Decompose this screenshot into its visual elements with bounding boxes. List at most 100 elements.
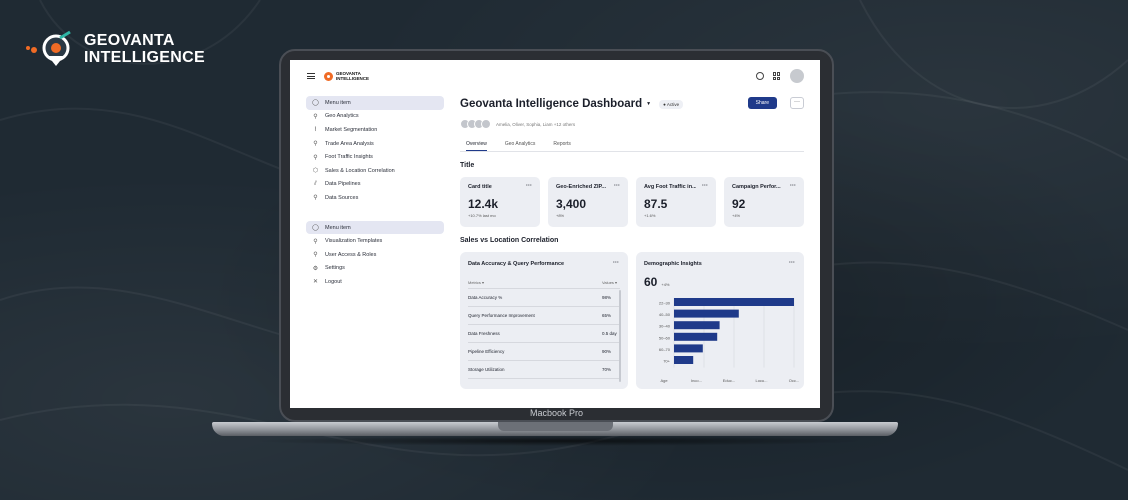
sidebar-item-label: Settings — [325, 265, 345, 272]
kpi-card[interactable]: Geo-Enriched ZIP... ··· 3,400 +8% — [548, 177, 628, 227]
sidebar-item[interactable]: ⬡ Sales & Location Correlation — [306, 164, 444, 178]
demographic-bar-chart: 22–30 40–50 30–40 50–60 60–70 70+ Age Inco... Ed… — [659, 298, 799, 383]
hamburger-menu-icon[interactable] — [307, 73, 315, 79]
sidebar-item[interactable]: ⚲ Foot Traffic Insights — [306, 150, 444, 164]
card-value: 92 — [732, 197, 746, 211]
sidebar-item[interactable]: ⫽ Data Pipelines — [306, 178, 444, 192]
chart-bar[interactable] — [674, 298, 794, 306]
column-header-values[interactable]: Values ▾ — [602, 280, 620, 288]
app-logo[interactable]: GEOVANTA INTELLIGENCE — [324, 71, 369, 81]
status-label: Active — [666, 101, 680, 107]
table-cell-value: 98% — [602, 295, 612, 300]
kpi-card[interactable]: Avg Foot Traffic in... ··· 87.5 +1.6% — [636, 177, 716, 227]
card-delta: +4% — [732, 213, 741, 218]
more-icon[interactable]: ··· — [526, 183, 532, 189]
sidebar-item[interactable]: ⚲ Geo Analytics — [306, 110, 444, 124]
card-value: 3,400 — [556, 197, 587, 211]
sidebar-item-label: Menu item — [325, 99, 351, 106]
table-cell-metric: Pipeline Efficiency — [468, 349, 505, 354]
wrench-icon: ⚲ — [313, 238, 318, 245]
data-accuracy-panel: Data Accuracy & Query Performance ··· Me… — [460, 252, 628, 389]
chart-category-label: 40–50 — [659, 312, 671, 317]
table-cell-value: 65% — [602, 313, 612, 318]
chart-bar[interactable] — [674, 344, 703, 353]
table-row[interactable]: Storage Utilization 70% — [468, 361, 620, 379]
card-delta: +10.7% last mo — [468, 213, 496, 218]
table-cell-metric: Data Accuracy % — [468, 295, 503, 300]
sidebar-item[interactable]: ⚲ Trade Area Analysis — [306, 137, 444, 151]
laptop-screen: GEOVANTA INTELLIGENCE ◯ Menu item ⚲ Geo Ana… — [290, 60, 820, 408]
page-title: Geovanta Intelligence Dashboard — [460, 98, 643, 110]
app-topbar: GEOVANTA INTELLIGENCE — [290, 60, 820, 90]
sidebar-item[interactable]: ◯ Menu item — [306, 220, 444, 235]
share-button[interactable]: Share — [747, 97, 777, 109]
sidebar-item[interactable]: ◯ Menu item — [306, 96, 444, 110]
paperclip-icon: ⌇ — [314, 127, 317, 134]
circle-icon: ◯ — [312, 100, 319, 107]
collaborators-text: Amelia, Oliver, Sophia, Liam +12 others — [496, 121, 576, 127]
chart-bar[interactable] — [674, 356, 694, 364]
table-row[interactable]: Query Performance Improvement 65% — [468, 307, 620, 325]
more-icon[interactable]: ··· — [702, 183, 708, 189]
kpi-card[interactable]: Card title ··· 12.4k +10.7% last mo — [460, 177, 540, 227]
search-icon[interactable] — [756, 72, 764, 80]
apps-grid-icon[interactable] — [773, 72, 781, 80]
geovanta-logo-icon — [26, 30, 71, 66]
card-title: Geo-Enriched ZIP... — [556, 184, 607, 190]
column-header-metrics[interactable]: Metrics ▾ — [468, 280, 484, 288]
tab-bar: Overview Geo Analytics Reports — [460, 138, 804, 152]
wrench-icon: ⚲ — [313, 113, 318, 120]
more-icon[interactable]: ··· — [614, 183, 620, 189]
laptop-label: Macbook Pro — [529, 408, 584, 418]
sidebar-item[interactable]: ⚲ Visualization Templates — [306, 234, 444, 248]
tab-geo-analytics[interactable]: Geo Analytics — [505, 138, 536, 151]
app-logo-line2: INTELLIGENCE — [336, 76, 370, 81]
kpi-card[interactable]: Campaign Perfor... ··· 92 +4% — [724, 177, 804, 227]
more-icon[interactable]: ··· — [790, 183, 796, 189]
scrollbar[interactable] — [619, 290, 621, 382]
app-logo-icon — [324, 71, 333, 81]
demographic-value: 60 — [644, 275, 658, 289]
more-icon[interactable]: ··· — [613, 260, 619, 266]
table-header: Metrics ▾ Values ▾ — [468, 280, 620, 289]
card-delta: +8% — [556, 213, 565, 218]
sidebar-item-label: Geo Analytics — [325, 113, 359, 120]
more-icon[interactable]: ··· — [789, 260, 795, 266]
chart-category-label: 70+ — [663, 359, 670, 364]
chart-bar[interactable] — [674, 321, 720, 330]
brand-name-line2: INTELLIGENCE — [84, 49, 205, 66]
chart-bar[interactable] — [674, 309, 739, 318]
chart-axis-label: Educ... — [723, 378, 735, 383]
sidebar-item-label: Data Pipelines — [325, 181, 361, 188]
card-delta: +1.6% — [644, 213, 656, 218]
sidebar-item[interactable]: ⌇ Market Segmentation — [306, 123, 444, 137]
close-icon: ✕ — [312, 279, 319, 286]
section-title: Sales vs Location Correlation — [460, 237, 559, 244]
sidebar-item[interactable]: ⚲ User Access & Roles — [306, 248, 444, 262]
tab-overview[interactable]: Overview — [466, 138, 487, 151]
table-row[interactable]: Data Accuracy % 98% — [468, 289, 620, 307]
collaborators-row: Amelia, Oliver, Sophia, Liam +12 others — [460, 118, 804, 130]
main-content: Geovanta Intelligence Dashboard ▼ ● Acti… — [460, 96, 804, 389]
demographic-insights-panel: Demographic Insights ··· 60 +4% 22–30 40–… — [636, 252, 804, 389]
wrench-icon: ⚲ — [313, 154, 318, 161]
chart-category-label: 60–70 — [659, 347, 671, 352]
sidebar-item[interactable]: ⚲ Data Sources — [306, 191, 444, 205]
sidebar-item[interactable]: ✕ Logout — [306, 275, 444, 289]
chevron-down-icon[interactable]: ▼ — [646, 101, 651, 107]
demographic-delta: +4% — [661, 282, 670, 287]
column-header-label: Metrics — [468, 280, 481, 285]
sidebar-item-label: Logout — [325, 278, 342, 285]
chart-bar[interactable] — [674, 332, 718, 341]
table-row[interactable]: Data Freshness 0.5 day — [468, 325, 620, 343]
table-cell-metric: Query Performance Improvement — [468, 313, 535, 318]
card-value: 87.5 — [644, 197, 668, 211]
panels-row: Data Accuracy & Query Performance ··· Me… — [460, 252, 804, 389]
gear-icon: ⚙ — [312, 265, 319, 272]
user-avatar[interactable] — [790, 69, 804, 83]
more-options-button[interactable]: ··· — [790, 97, 804, 109]
table-row[interactable]: Pipeline Efficiency 90% — [468, 343, 620, 361]
sidebar-item[interactable]: ⚙ Settings — [306, 262, 444, 276]
tab-reports[interactable]: Reports — [553, 138, 571, 151]
chart-axis-label: Age — [660, 378, 668, 383]
